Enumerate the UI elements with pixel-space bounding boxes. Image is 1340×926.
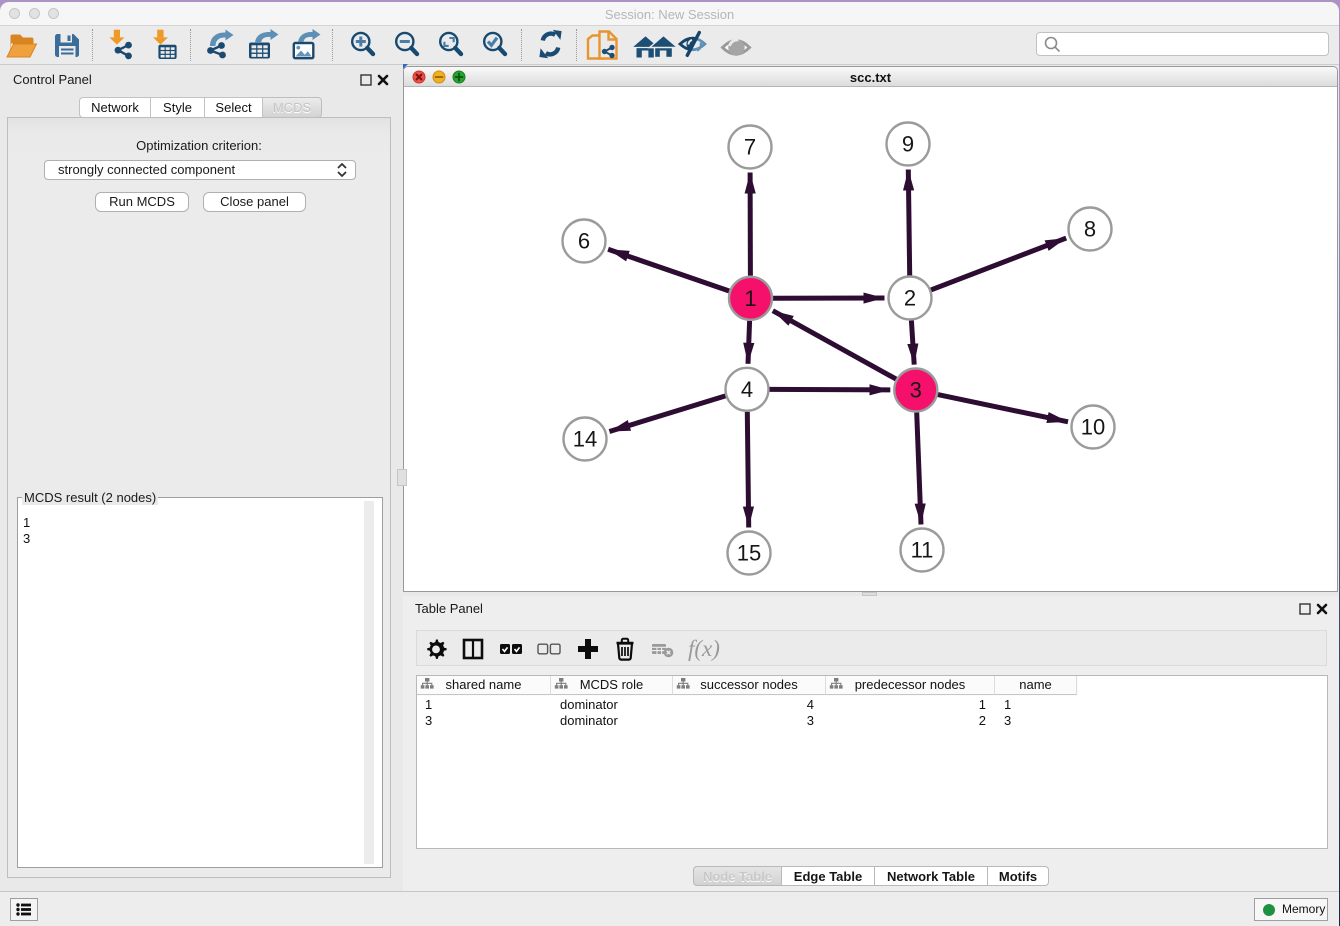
svg-text:1: 1 xyxy=(744,286,756,311)
svg-text:f(x): f(x) xyxy=(688,636,720,661)
svg-text:9: 9 xyxy=(902,132,914,157)
svg-text:10: 10 xyxy=(1081,415,1105,440)
svg-text:8: 8 xyxy=(1084,217,1096,242)
svg-text:3: 3 xyxy=(910,378,922,403)
svg-text:15: 15 xyxy=(737,541,761,566)
svg-text:14: 14 xyxy=(573,427,597,452)
svg-text:11: 11 xyxy=(911,538,934,563)
svg-text:7: 7 xyxy=(744,135,756,160)
svg-text:2: 2 xyxy=(904,286,916,311)
svg-text:6: 6 xyxy=(578,229,590,254)
svg-text:4: 4 xyxy=(741,377,753,402)
